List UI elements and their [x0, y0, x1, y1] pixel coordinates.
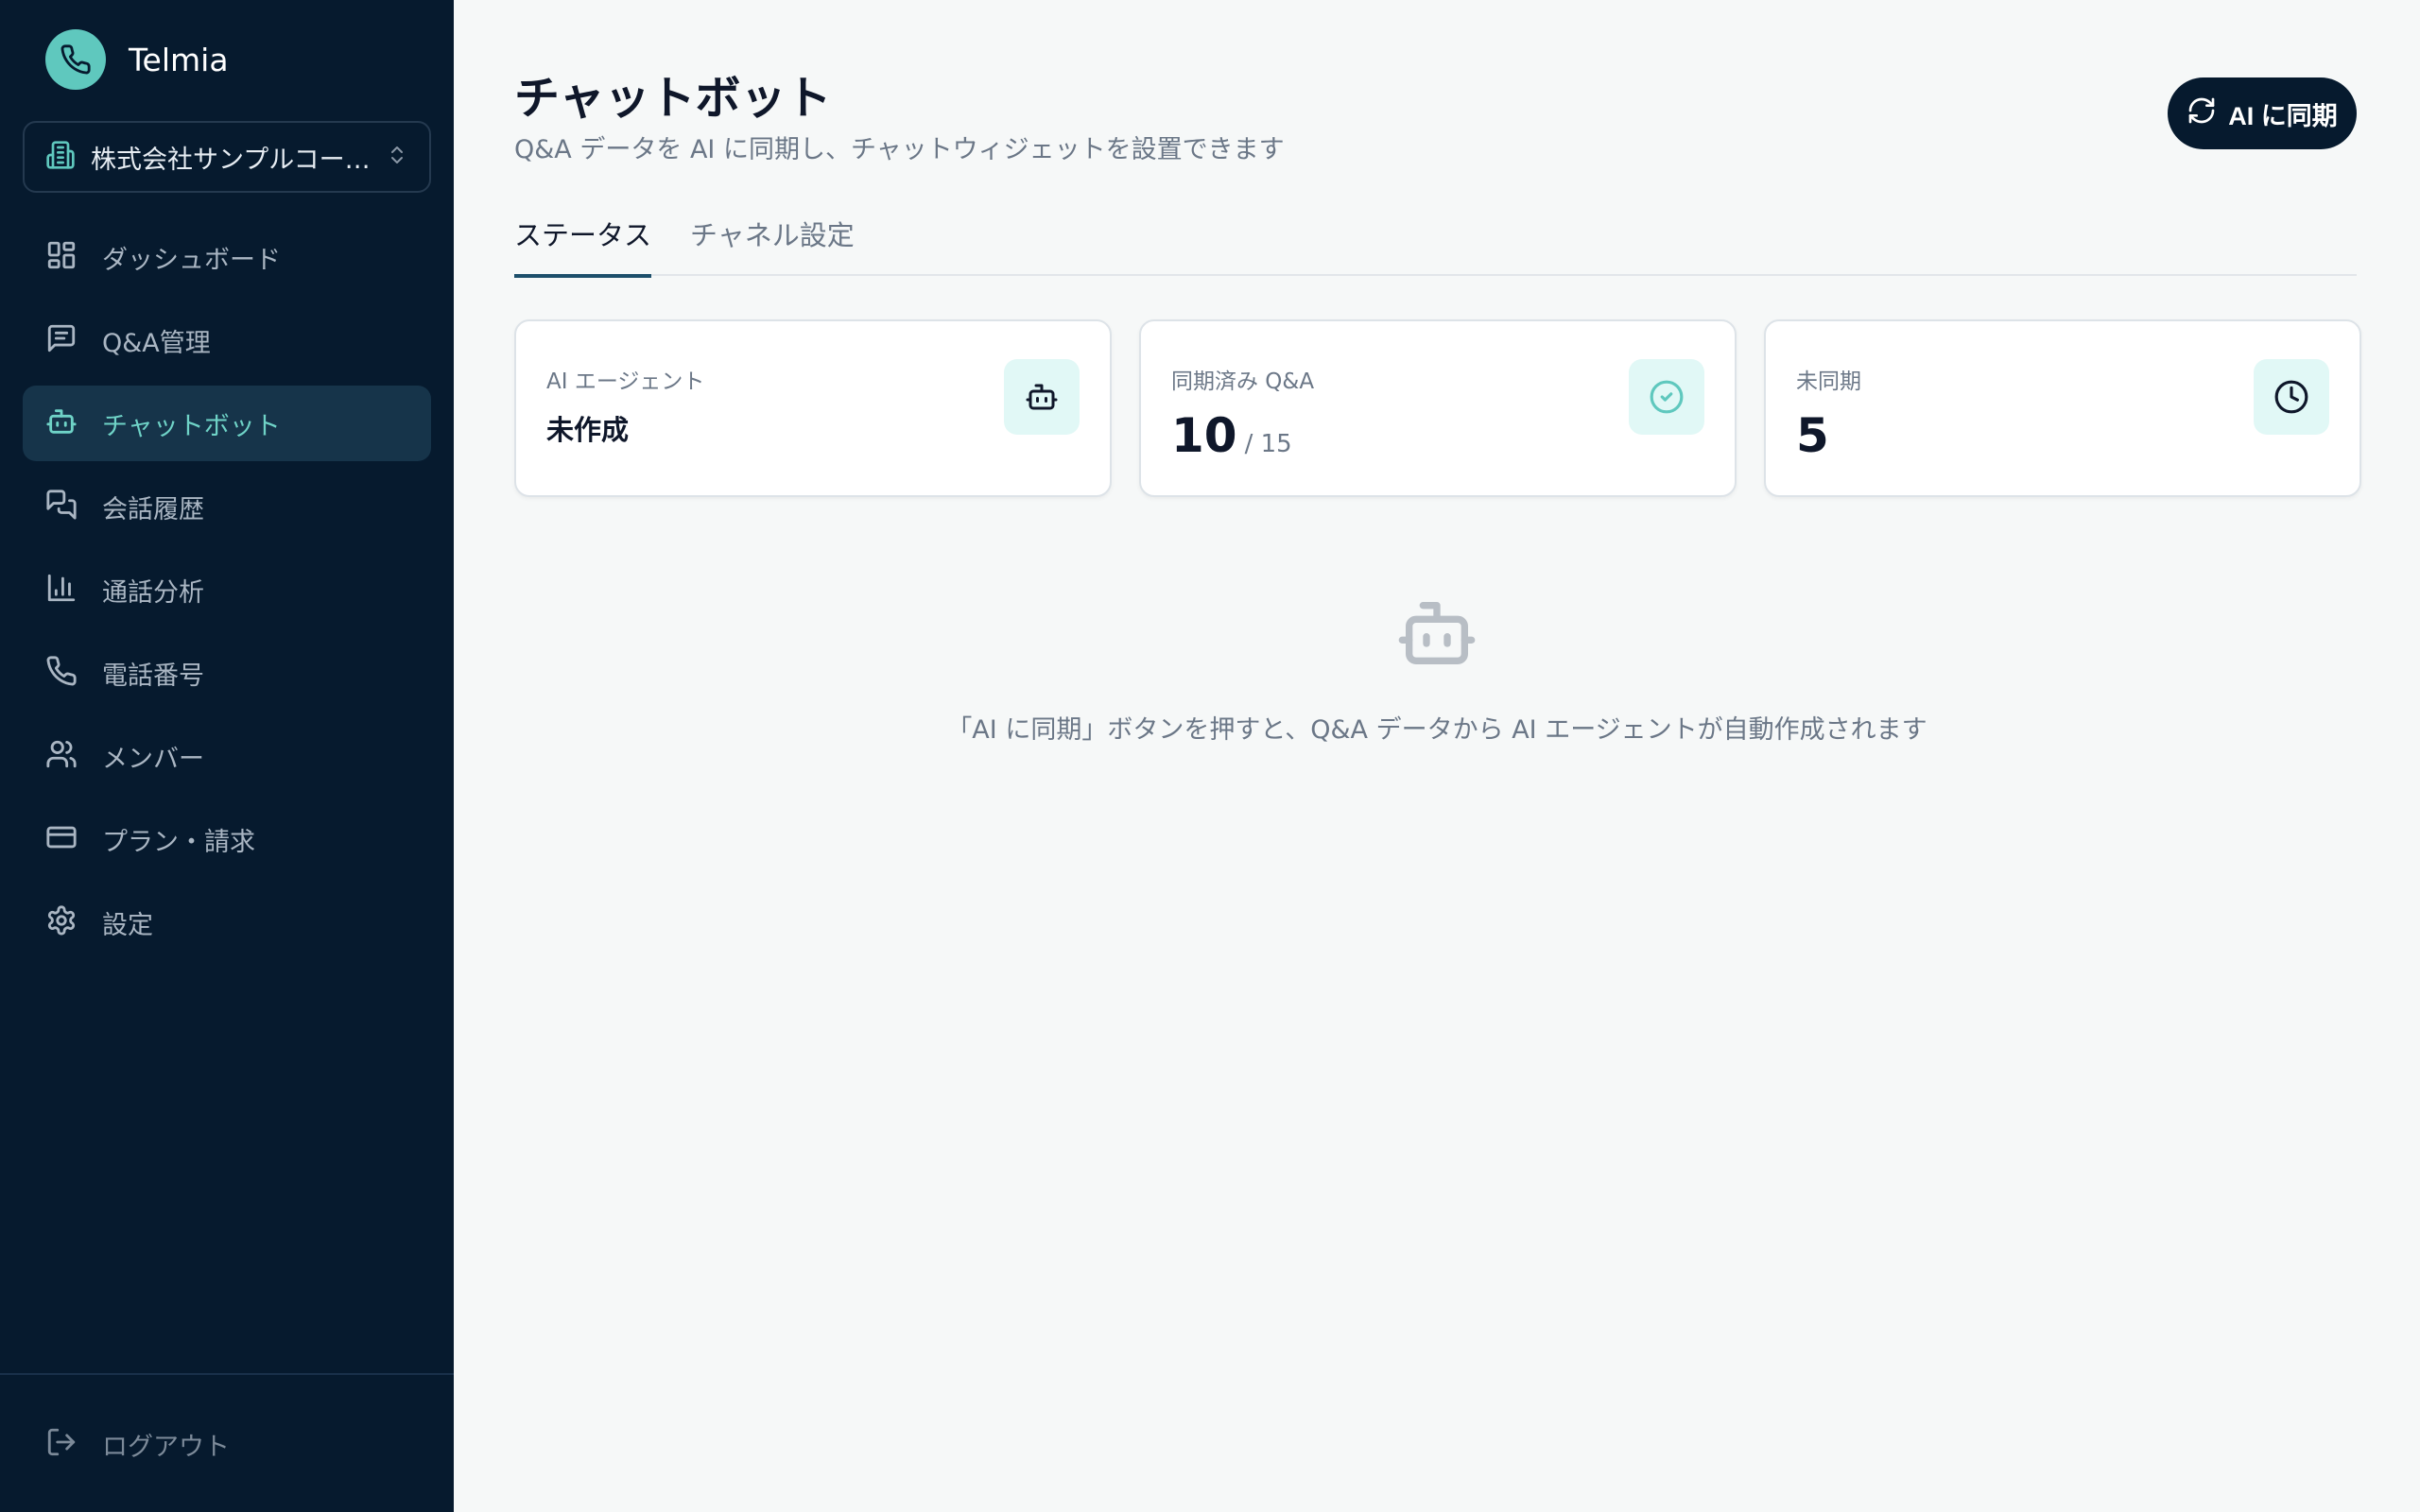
- log-out-icon: [45, 1426, 78, 1462]
- empty-state-message: 「AI に同期」ボタンを押すと、Q&A データから AI エージェントが自動作成…: [946, 715, 1927, 745]
- org-name: 株式会社サンプルコーポレーション: [91, 145, 374, 175]
- app-root: Telmia 株式会社サンプルコーポレーション ダッシュボード Q&A管理 チャ: [0, 0, 2420, 1512]
- sidebar-item-label: プラン・請求: [102, 827, 255, 857]
- sidebar-item-conversations[interactable]: 会話履歴: [23, 469, 431, 544]
- sidebar-item-chatbot[interactable]: チャットボット: [23, 386, 431, 461]
- brand-name: Telmia: [129, 41, 229, 78]
- card-value-total: / 15: [1244, 430, 1292, 458]
- card-label: 未同期: [1796, 369, 1861, 394]
- card-value-wrap: 10/ 15: [1171, 408, 1292, 463]
- card-unsynced: 未同期 5: [1764, 319, 2361, 497]
- card-ai-agent: AI エージェント 未作成: [514, 319, 1112, 497]
- page-title: チャットボット: [514, 72, 832, 125]
- sync-ai-label: AI に同期: [2228, 101, 2338, 130]
- phone-logo-icon: [45, 29, 106, 90]
- users-icon: [45, 738, 78, 774]
- phone-icon: [45, 655, 78, 691]
- check-circle-icon: [1629, 359, 1704, 435]
- sidebar-item-label: 設定: [102, 910, 153, 940]
- sidebar-item-label: 通話分析: [102, 577, 204, 608]
- sidebar-item-label: ダッシュボード: [102, 245, 281, 275]
- sidebar-item-billing[interactable]: プラン・請求: [23, 801, 431, 877]
- card-synced-qa: 同期済み Q&A 10/ 15: [1139, 319, 1737, 497]
- card-value: 未作成: [546, 414, 630, 446]
- building-icon: [45, 140, 76, 174]
- bot-icon: [1004, 359, 1080, 435]
- sidebar-item-members[interactable]: メンバー: [23, 718, 431, 794]
- sidebar-divider: [0, 1373, 454, 1375]
- clock-icon: [2254, 359, 2329, 435]
- main-content: チャットボット Q&A データを AI に同期し、チャットウィジェットを設置でき…: [454, 0, 2420, 1512]
- sidebar-item-label: メンバー: [102, 744, 204, 774]
- logout-label: ログアウト: [102, 1432, 230, 1462]
- credit-card-icon: [45, 821, 78, 857]
- sidebar-item-qa[interactable]: Q&A管理: [23, 302, 431, 378]
- chevrons-up-down-icon: [386, 144, 408, 170]
- refresh-icon: [2187, 95, 2217, 132]
- sidebar-item-label: チャットボット: [102, 411, 281, 441]
- sync-ai-button[interactable]: AI に同期: [2168, 77, 2357, 149]
- bot-icon: [45, 405, 78, 441]
- sidebar-item-dashboard[interactable]: ダッシュボード: [23, 219, 431, 295]
- tab-status[interactable]: ステータス: [514, 212, 652, 278]
- card-value: 5: [1796, 408, 1829, 463]
- card-label: AI エージェント: [546, 369, 705, 394]
- messages-icon: [45, 489, 78, 524]
- tab-bar: ステータス チャネル設定: [514, 212, 2357, 278]
- org-selector[interactable]: 株式会社サンプルコーポレーション: [23, 121, 431, 193]
- bar-chart-icon: [45, 572, 78, 608]
- message-square-icon: [45, 322, 78, 358]
- sidebar-item-call-analysis[interactable]: 通話分析: [23, 552, 431, 627]
- brand[interactable]: Telmia: [45, 29, 229, 90]
- logout-button[interactable]: ログアウト: [23, 1406, 431, 1482]
- card-value: 10: [1171, 408, 1237, 463]
- sidebar-item-label: 電話番号: [102, 661, 204, 691]
- sidebar-nav: ダッシュボード Q&A管理 チャットボット 会話履歴 通話分析 電話番号 メンバ…: [23, 219, 431, 968]
- dashboard-icon: [45, 239, 78, 275]
- sidebar: Telmia 株式会社サンプルコーポレーション ダッシュボード Q&A管理 チャ: [0, 0, 454, 1512]
- sidebar-item-label: Q&A管理: [102, 328, 211, 358]
- empty-state-bot-icon: [1395, 592, 1478, 679]
- card-label: 同期済み Q&A: [1171, 369, 1315, 394]
- tab-channel-settings[interactable]: チャネル設定: [690, 212, 855, 276]
- sidebar-item-label: 会話履歴: [102, 494, 204, 524]
- sidebar-item-settings[interactable]: 設定: [23, 885, 431, 960]
- sidebar-item-phone-numbers[interactable]: 電話番号: [23, 635, 431, 711]
- page-subtitle: Q&A データを AI に同期し、チャットウィジェットを設置できます: [514, 135, 1285, 164]
- gear-icon: [45, 904, 78, 940]
